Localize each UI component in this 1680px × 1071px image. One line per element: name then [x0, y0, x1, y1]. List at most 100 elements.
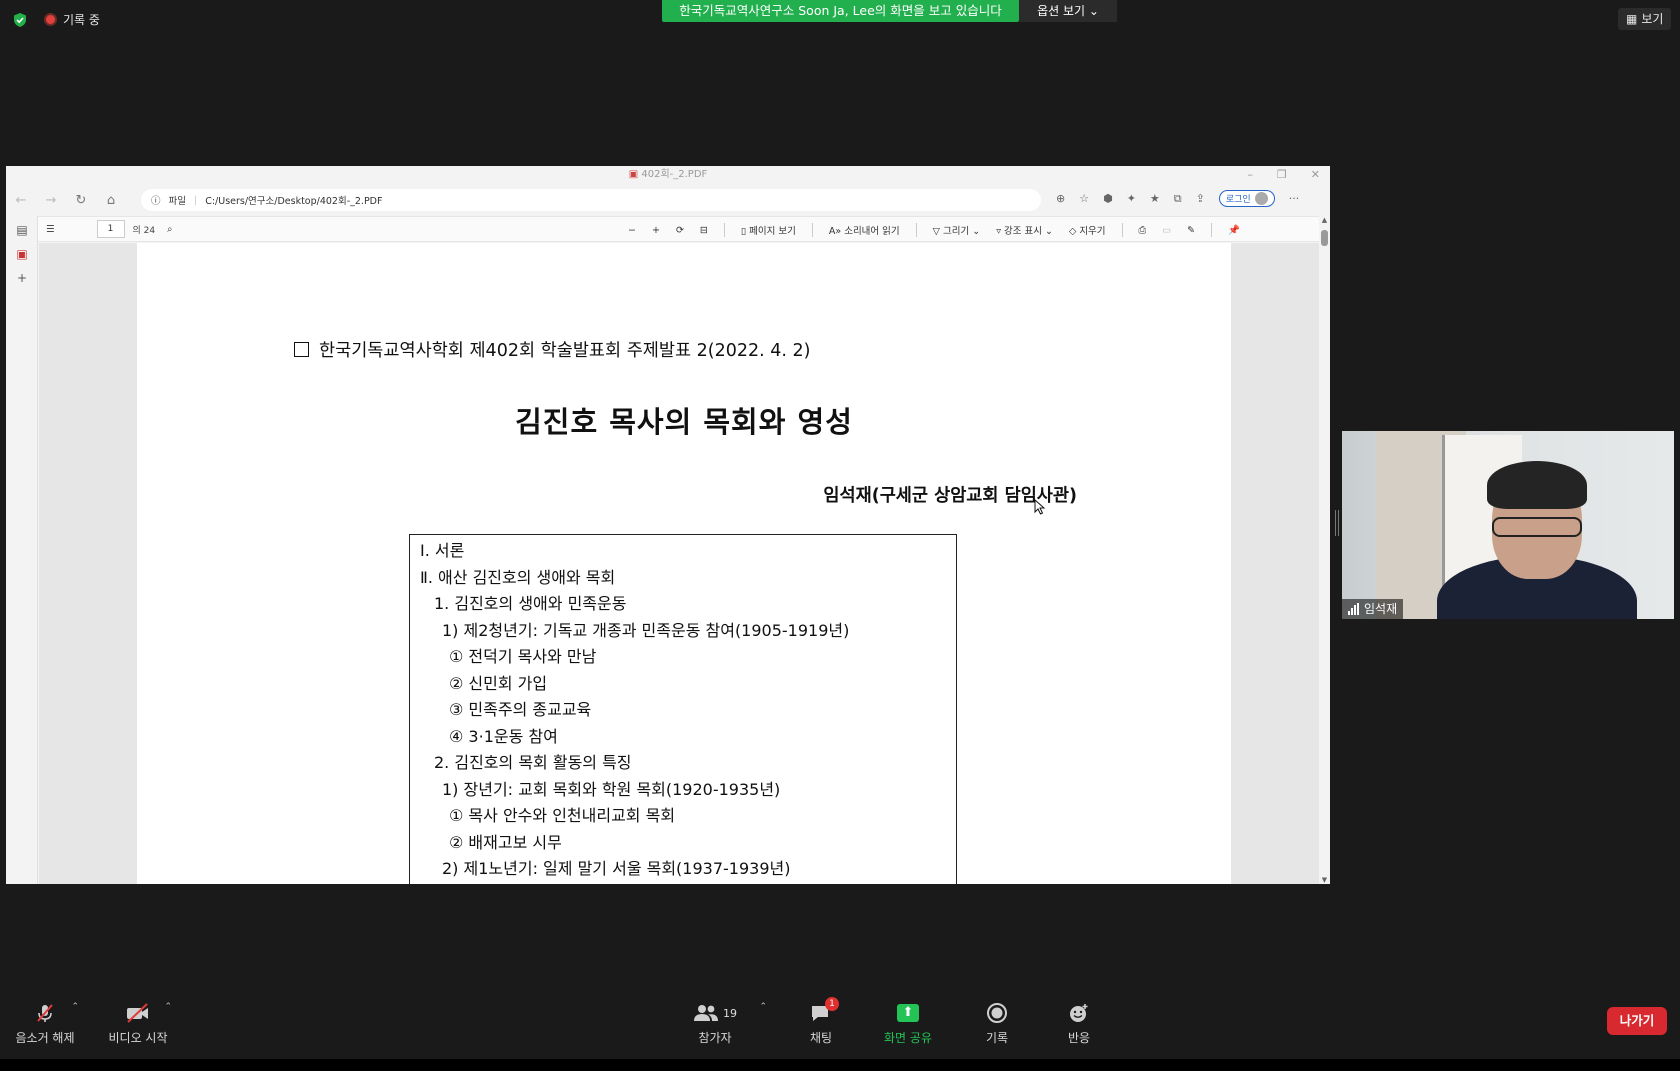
- extension-icon[interactable]: ⬢: [1103, 192, 1113, 205]
- forward-icon[interactable]: →: [36, 193, 66, 208]
- login-label: 로그인: [1225, 195, 1251, 205]
- read-aloud-button[interactable]: A» 소리내어 읽기: [829, 223, 900, 237]
- tab-title: 402회-_2.PDF: [641, 169, 708, 180]
- scroll-down-icon[interactable]: ▼: [1319, 876, 1330, 884]
- participant-count: 19: [723, 1006, 737, 1020]
- record-button[interactable]: 기록: [952, 994, 1042, 1050]
- chevron-up-icon[interactable]: ⌃: [164, 1002, 172, 1012]
- view-options-button[interactable]: 옵션 보기 ⌄: [1019, 0, 1117, 22]
- collections-icon[interactable]: ⧉: [1174, 192, 1182, 206]
- save-icon[interactable]: ▭: [1162, 225, 1171, 236]
- chat-badge: 1: [825, 997, 839, 1011]
- address-row: ← → ↻ ⌂ ⓘ 파일 | C:/Users/연구소/Desktop/402회…: [6, 188, 1330, 212]
- video-person-glasses: [1492, 517, 1582, 537]
- chevron-up-icon[interactable]: ⌃: [759, 1002, 767, 1012]
- rotate-icon[interactable]: ⟳: [676, 225, 684, 236]
- fit-page-icon[interactable]: ⊟: [700, 225, 708, 236]
- draw-label: 그리기: [943, 226, 970, 237]
- reactions-button[interactable]: 반응: [1034, 994, 1124, 1050]
- reactions-label: 반응: [1067, 1031, 1091, 1045]
- info-icon: ⓘ: [151, 196, 161, 207]
- participant-video[interactable]: 임석재: [1342, 431, 1674, 619]
- erase-label: 지우기: [1079, 226, 1106, 237]
- page-view-button[interactable]: ▯ 페이지 보기: [741, 223, 796, 237]
- restore-icon[interactable]: ❐: [1277, 168, 1287, 181]
- contents-icon[interactable]: ☰: [46, 224, 55, 235]
- scroll-up-icon[interactable]: ▲: [1319, 216, 1330, 224]
- back-icon[interactable]: ←: [6, 193, 36, 208]
- pdf-file-icon: ▣: [628, 169, 639, 180]
- erase-button[interactable]: ◇ 지우기: [1069, 223, 1106, 237]
- video-person-hair: [1487, 461, 1587, 509]
- address-path: C:/Users/연구소/Desktop/402회-_2.PDF: [205, 196, 383, 207]
- add-icon[interactable]: +: [6, 266, 38, 290]
- pin-toolbar-icon[interactable]: 📌: [1228, 225, 1240, 236]
- print-icon[interactable]: ⎙: [1139, 225, 1147, 236]
- record-icon: [977, 1000, 1017, 1026]
- puzzle-icon[interactable]: ✦: [1127, 192, 1136, 205]
- vertical-scrollbar[interactable]: ▲ ▼: [1319, 216, 1330, 884]
- participant-name-tag: 임석재: [1342, 599, 1404, 619]
- window-title: ▣ 402회-_2.PDF: [6, 166, 1330, 184]
- page-number-input[interactable]: 1: [96, 220, 125, 238]
- chat-button[interactable]: 1 채팅: [776, 994, 866, 1050]
- pdf-side-rail: ▤ ▣ +: [6, 216, 38, 884]
- participant-name: 임석재: [1364, 602, 1398, 616]
- shield-icon[interactable]: [12, 12, 28, 28]
- address-divider: |: [194, 194, 198, 206]
- more-icon[interactable]: ···: [1289, 192, 1300, 205]
- participants-label: 참가자: [698, 1031, 732, 1045]
- highlight-button[interactable]: ▿ 강조 표시 ⌄: [996, 223, 1053, 237]
- record-dot-icon: [44, 13, 57, 26]
- recording-indicator[interactable]: 기록 중: [44, 11, 100, 28]
- conference-text: 한국기독교역사학회 제402회 학술발표회 주제발표 2(2022. 4. 2): [319, 341, 811, 361]
- participants-button[interactable]: 19 ⌃ 참가자: [670, 994, 767, 1050]
- sidebar-toggle-icon[interactable]: ▤: [6, 218, 38, 242]
- favorites-icon[interactable]: ★: [1150, 192, 1160, 205]
- pdf-toolbar: ☰ 1 의 24 ⌕ − + ⟳ ⊟ ▯ 페이지 보기 A» 소리내어 읽기 ▽…: [38, 216, 1330, 242]
- record-label: 기록: [985, 1031, 1009, 1045]
- mute-button[interactable]: ⌃ 음소거 해제: [0, 994, 90, 1050]
- share-screen-icon: ⬆: [888, 1000, 928, 1026]
- page-view-label: 페이지 보기: [749, 226, 796, 237]
- zoom-icon[interactable]: ⊕: [1056, 192, 1065, 205]
- address-bar[interactable]: ⓘ 파일 | C:/Users/연구소/Desktop/402회-_2.PDF: [141, 189, 1041, 211]
- mouse-cursor-icon: [1034, 499, 1046, 515]
- pdf-tab-icon[interactable]: ▣: [6, 242, 38, 266]
- share-page-icon[interactable]: ⇪: [1196, 192, 1205, 205]
- leave-button[interactable]: 나가기: [1607, 1007, 1667, 1035]
- search-icon[interactable]: ⌕: [167, 224, 172, 235]
- zoom-out-icon[interactable]: −: [628, 225, 636, 236]
- toolbar-divider: [915, 223, 917, 237]
- toc-item: ③ 민족주의 종교교육: [449, 700, 592, 719]
- table-of-contents: Ⅰ. 서론 Ⅱ. 애산 김진호의 생애와 목회 1. 김진호의 생애와 민족운동…: [409, 534, 957, 884]
- home-icon[interactable]: ⌂: [96, 193, 126, 208]
- toc-item: ① 전덕기 목사와 만남: [449, 647, 597, 666]
- minimize-icon[interactable]: –: [1247, 168, 1253, 181]
- login-button[interactable]: 로그인: [1218, 190, 1275, 207]
- refresh-icon[interactable]: ↻: [66, 193, 96, 208]
- share-label: 화면 공유: [884, 1031, 932, 1045]
- toc-item: 2) 제1노년기: 일제 말기 서울 목회(1937-1939년): [442, 859, 791, 878]
- view-button[interactable]: ▦ 보기: [1618, 8, 1672, 30]
- zoom-in-icon[interactable]: +: [652, 225, 660, 236]
- share-banner: 한국기독교역사연구소 Soon Ja, Lee의 화면을 보고 있습니다: [662, 0, 1019, 22]
- pdf-viewer[interactable]: 한국기독교역사학회 제402회 학술발표회 주제발표 2(2022. 4. 2)…: [39, 243, 1319, 884]
- save-as-icon[interactable]: ✎: [1187, 225, 1195, 236]
- pdf-page: 한국기독교역사학회 제402회 학술발표회 주제발표 2(2022. 4. 2)…: [137, 243, 1231, 884]
- signal-icon: [1348, 603, 1359, 615]
- chevron-up-icon[interactable]: ⌃: [71, 1002, 79, 1012]
- shared-browser-window: ▣ 402회-_2.PDF – ❐ ✕ ← → ↻ ⌂ ⓘ 파일 | C:/Us…: [6, 166, 1330, 884]
- chat-icon: 1: [801, 997, 841, 1026]
- draw-button[interactable]: ▽ 그리기 ⌄: [933, 223, 981, 237]
- close-icon[interactable]: ✕: [1311, 168, 1320, 181]
- toc-item: 1. 김진호의 생애와 민족운동: [434, 594, 627, 613]
- chat-label: 채팅: [809, 1031, 833, 1045]
- start-video-button[interactable]: ⌃ 비디오 시작: [93, 994, 183, 1050]
- favorite-add-icon[interactable]: ☆: [1079, 192, 1089, 205]
- share-screen-button[interactable]: ⬆ 화면 공유: [863, 994, 953, 1050]
- read-aloud-label: 소리내어 읽기: [844, 226, 900, 237]
- splitter-handle[interactable]: [1335, 510, 1339, 536]
- window-controls: – ❐ ✕: [1247, 168, 1320, 181]
- scroll-thumb[interactable]: [1321, 230, 1328, 246]
